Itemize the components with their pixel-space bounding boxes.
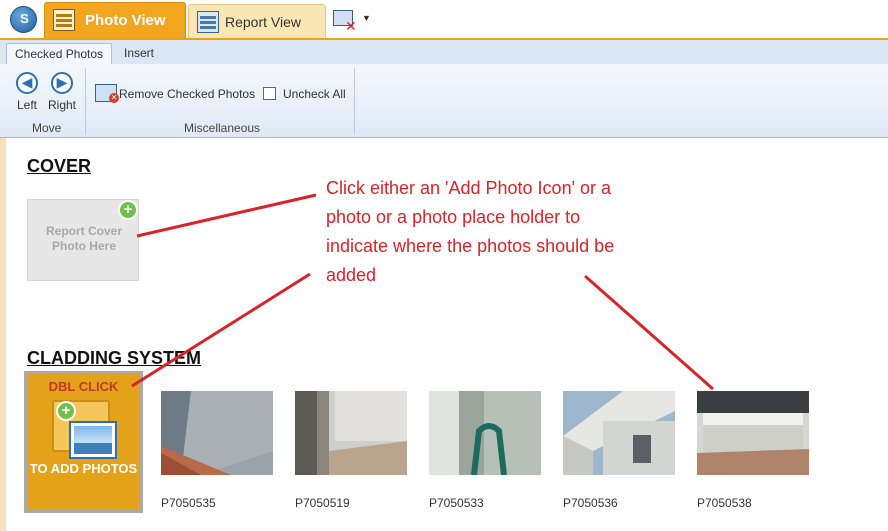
picture-icon [69, 421, 117, 459]
group-label-miscellaneous: Miscellaneous [184, 121, 261, 135]
add-photos-tile[interactable]: DBL CLICK + TO ADD PHOTOS [24, 371, 143, 513]
group-divider [85, 68, 86, 134]
photo-caption: P7050535 [161, 496, 216, 510]
tab-report-view-label: Report View [225, 14, 302, 30]
section-title-cladding-system: CLADDING SYSTEM [27, 348, 202, 368]
add-tile-bottom-text: TO ADD PHOTOS [29, 461, 138, 476]
uncheck-all-checkbox[interactable] [263, 87, 276, 100]
photo-thumbnail[interactable] [161, 391, 273, 475]
photo-caption: P7050519 [295, 496, 350, 510]
cover-photo-placeholder[interactable]: Report Cover Photo Here + [27, 199, 139, 281]
photo-thumbnail[interactable] [295, 391, 407, 475]
app-logo-icon[interactable]: S [10, 6, 37, 33]
chevron-down-icon[interactable]: ▼ [362, 13, 371, 23]
app-window: S Photo View Report View ✕ ▼ Checked Pho… [0, 0, 888, 531]
move-left-label: Left [17, 98, 38, 112]
section-title-cover: COVER [27, 156, 92, 176]
instruction-callout: Click either an 'Add Photo Icon' or a ph… [326, 178, 615, 285]
add-plus-icon: + [56, 401, 76, 421]
photo-caption: P7050533 [429, 496, 484, 510]
report-icon [197, 11, 219, 33]
tab-photo-view[interactable]: Photo View [44, 2, 186, 38]
photo-grid-icon [53, 9, 75, 31]
group-divider [354, 68, 355, 134]
group-label-move: Move [32, 121, 62, 135]
left-accent-strip [0, 138, 6, 531]
photo-thumbnail[interactable] [697, 391, 809, 475]
remove-checked-photos-button[interactable]: Remove Checked Photos [119, 87, 255, 101]
tab-photo-view-label: Photo View [85, 12, 166, 29]
ribbon-tab-insert[interactable]: Insert [116, 43, 162, 64]
photo-thumbnail[interactable] [563, 391, 675, 475]
remove-photos-icon[interactable]: ✕ [95, 84, 119, 103]
move-right-label: Right [48, 98, 77, 112]
ribbon-tab-checked-photos[interactable]: Checked Photos [6, 43, 113, 64]
move-right-button[interactable]: ▶ [51, 72, 73, 94]
tab-report-view[interactable]: Report View [188, 4, 326, 38]
ribbon-tab-bar: Checked Photos Insert [0, 40, 888, 64]
add-tile-top-text: DBL CLICK [48, 379, 119, 394]
photo-caption: P7050538 [697, 496, 752, 510]
move-left-button[interactable]: ◀ [16, 72, 38, 94]
photo-thumbnail[interactable] [429, 391, 541, 475]
cover-placeholder-text: Report Cover Photo Here [45, 224, 122, 253]
remove-photo-toolbar-icon[interactable]: ✕ [333, 10, 357, 34]
photo-caption: P7050536 [563, 496, 618, 510]
add-plus-icon: + [118, 200, 138, 220]
top-tab-bar: S Photo View Report View ✕ ▼ [0, 0, 888, 40]
uncheck-all-label[interactable]: Uncheck All [283, 87, 346, 101]
ribbon: ◀ Left ▶ Right Move ✕ Remove Checked Pho… [0, 64, 888, 138]
